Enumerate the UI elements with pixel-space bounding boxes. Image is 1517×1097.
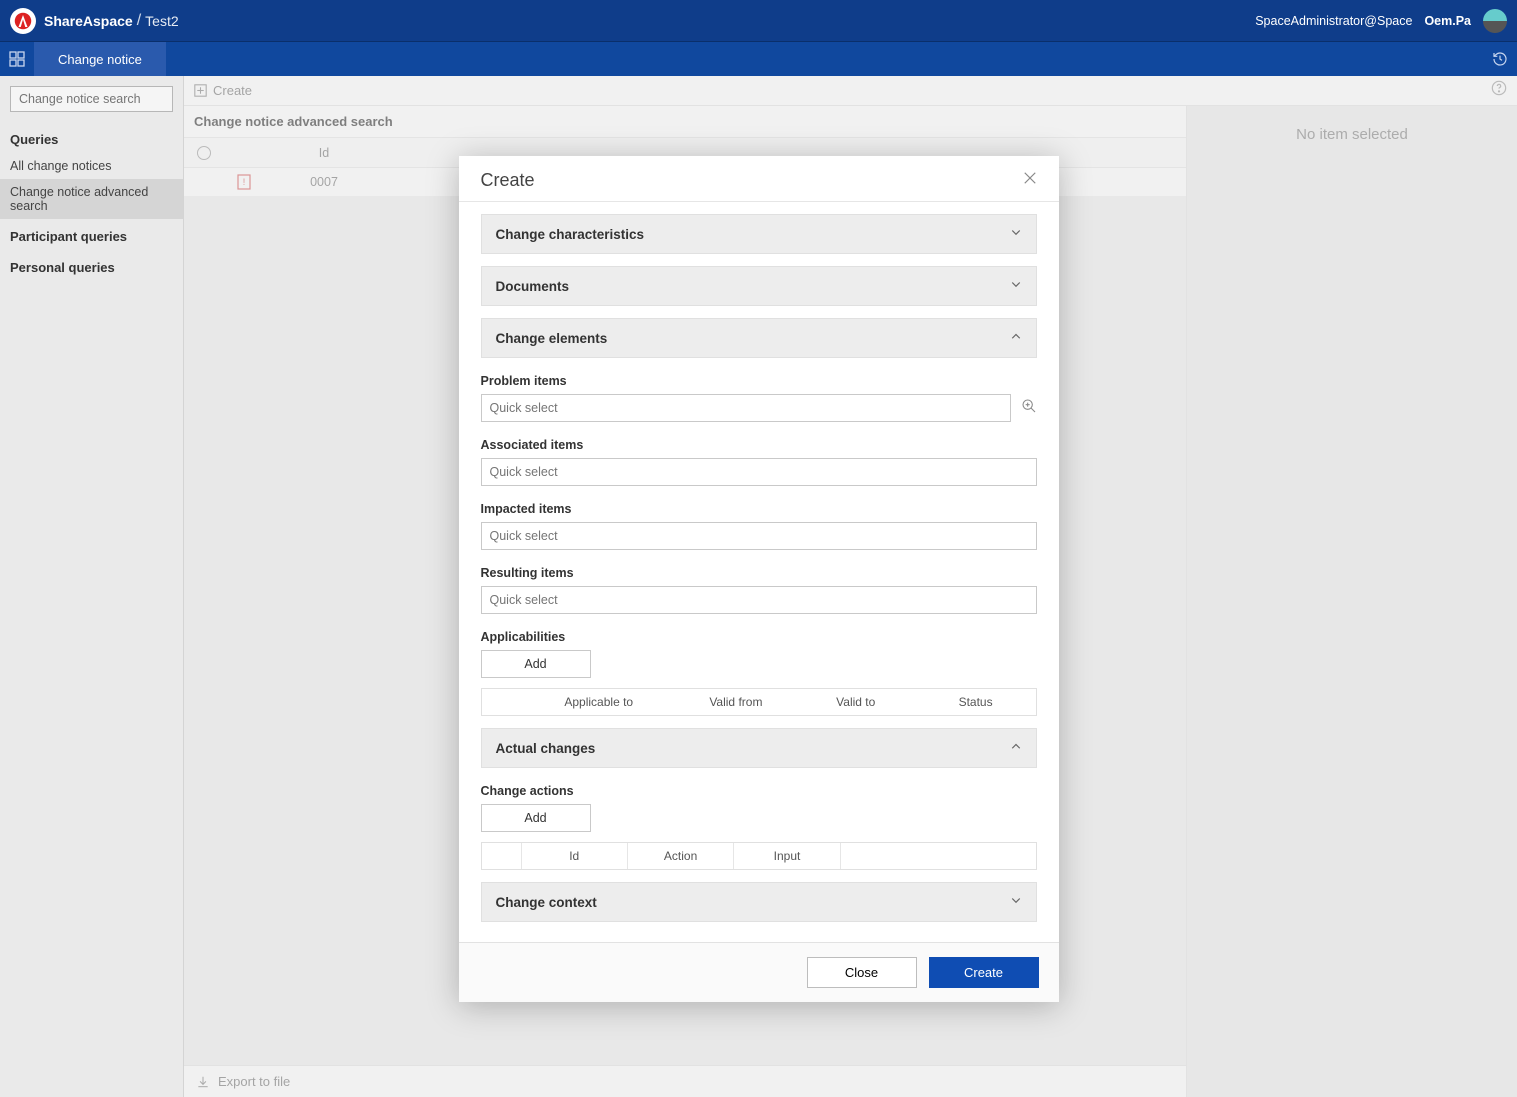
chevron-down-icon bbox=[1010, 225, 1022, 243]
close-icon[interactable] bbox=[1023, 171, 1037, 190]
label-associated-items: Associated items bbox=[481, 438, 1037, 452]
problem-items-input[interactable] bbox=[481, 394, 1011, 422]
change-actions-table: Id Action Input bbox=[481, 842, 1037, 870]
chevron-up-icon bbox=[1010, 329, 1022, 347]
apps-icon[interactable] bbox=[0, 42, 34, 76]
sidebar-section-participant[interactable]: Participant queries bbox=[0, 219, 183, 250]
col-ca-id: Id bbox=[522, 843, 628, 869]
col-status: Status bbox=[916, 689, 1036, 715]
sidebar-item-advanced-search[interactable]: Change notice advanced search bbox=[0, 179, 183, 219]
change-notice-icon: ! bbox=[237, 174, 251, 190]
tab-change-notice[interactable]: Change notice bbox=[34, 42, 166, 76]
label-change-actions: Change actions bbox=[481, 784, 1037, 798]
brand-name: ShareAspace bbox=[44, 13, 133, 29]
col-valid-from: Valid from bbox=[676, 689, 796, 715]
results-title: Change notice advanced search bbox=[184, 106, 1186, 138]
resulting-items-input[interactable] bbox=[481, 586, 1037, 614]
sidebar: Queries All change notices Change notice… bbox=[0, 76, 184, 1097]
role-label: SpaceAdministrator@Space bbox=[1255, 14, 1412, 28]
sidebar-section-queries: Queries bbox=[0, 122, 183, 153]
close-button[interactable]: Close bbox=[807, 957, 917, 988]
col-valid-to: Valid to bbox=[796, 689, 916, 715]
chevron-up-icon bbox=[1010, 739, 1022, 757]
breadcrumb-separator: / bbox=[137, 12, 141, 30]
brand-logo bbox=[10, 8, 36, 34]
section-change-elements[interactable]: Change elements bbox=[481, 318, 1037, 358]
app-header: ShareAspace / Test2 SpaceAdministrator@S… bbox=[0, 0, 1517, 42]
add-applicability-button[interactable]: Add bbox=[481, 650, 591, 678]
add-change-action-button[interactable]: Add bbox=[481, 804, 591, 832]
create-button[interactable]: Create bbox=[194, 83, 252, 98]
label-applicabilities: Applicabilities bbox=[481, 630, 1037, 644]
modal-title: Create bbox=[481, 170, 535, 191]
breadcrumb-space[interactable]: Test2 bbox=[145, 13, 178, 29]
col-applicable-to: Applicable to bbox=[522, 689, 676, 715]
help-icon[interactable] bbox=[1491, 80, 1507, 101]
create-submit-button[interactable]: Create bbox=[929, 957, 1039, 988]
column-id[interactable]: Id bbox=[264, 146, 384, 160]
tab-label: Change notice bbox=[58, 52, 142, 67]
create-modal: Create Change characteristics Documents bbox=[459, 156, 1059, 1002]
chevron-down-icon bbox=[1010, 893, 1022, 911]
label-impacted-items: Impacted items bbox=[481, 502, 1037, 516]
select-all-icon[interactable] bbox=[197, 146, 211, 160]
avatar[interactable] bbox=[1483, 9, 1507, 33]
svg-text:!: ! bbox=[243, 177, 246, 187]
sidebar-item-all-change-notices[interactable]: All change notices bbox=[0, 153, 183, 179]
detail-panel: No item selected bbox=[1187, 106, 1517, 1097]
chevron-down-icon bbox=[1010, 277, 1022, 295]
section-change-characteristics[interactable]: Change characteristics bbox=[481, 214, 1037, 254]
user-name[interactable]: Oem.Pa bbox=[1424, 14, 1471, 28]
section-actual-changes[interactable]: Actual changes bbox=[481, 728, 1037, 768]
search-input[interactable] bbox=[10, 86, 173, 112]
history-icon[interactable] bbox=[1483, 51, 1517, 67]
create-label: Create bbox=[213, 83, 252, 98]
tab-bar: Change notice bbox=[0, 42, 1517, 76]
impacted-items-input[interactable] bbox=[481, 522, 1037, 550]
label-problem-items: Problem items bbox=[481, 374, 1037, 388]
col-ca-action: Action bbox=[628, 843, 734, 869]
no-item-label: No item selected bbox=[1296, 126, 1408, 143]
search-zoom-icon[interactable] bbox=[1021, 398, 1037, 419]
applicabilities-table: Applicable to Valid from Valid to Status bbox=[481, 688, 1037, 716]
col-ca-input: Input bbox=[734, 843, 840, 869]
export-label: Export to file bbox=[218, 1074, 290, 1089]
label-resulting-items: Resulting items bbox=[481, 566, 1037, 580]
section-documents[interactable]: Documents bbox=[481, 266, 1037, 306]
row-id: 0007 bbox=[264, 175, 384, 189]
sidebar-section-personal[interactable]: Personal queries bbox=[0, 250, 183, 281]
associated-items-input[interactable] bbox=[481, 458, 1037, 486]
section-change-context[interactable]: Change context bbox=[481, 882, 1037, 922]
export-button[interactable]: Export to file bbox=[184, 1065, 1186, 1097]
